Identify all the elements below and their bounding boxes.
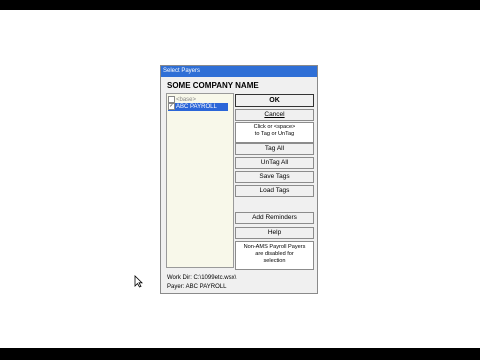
save-tags-button[interactable]: Save Tags	[235, 171, 314, 183]
letterbox-top	[0, 0, 480, 10]
company-name: SOME COMPANY NAME	[167, 81, 259, 90]
load-tags-button[interactable]: Load Tags	[235, 185, 314, 197]
untag-all-button[interactable]: UnTag All	[235, 157, 314, 169]
ok-button[interactable]: OK	[235, 94, 314, 107]
select-payers-dialog: Select Payers SOME COMPANY NAME <base> ✓…	[160, 65, 318, 294]
payer-label: Payer: ABC PAYROLL	[167, 284, 227, 290]
help-button[interactable]: Help	[235, 227, 314, 239]
add-reminders-button[interactable]: Add Reminders	[235, 212, 314, 224]
dialog-title: Select Payers	[161, 66, 317, 77]
payer-listbox[interactable]: <base> ✓ ABC PAYROLL	[166, 93, 234, 268]
tag-all-button[interactable]: Tag All	[235, 143, 314, 155]
non-ams-note: Non-AMS Payroll Payers are disabled for …	[235, 241, 314, 270]
cancel-button[interactable]: Cancel	[235, 109, 314, 121]
checkbox[interactable]	[168, 96, 175, 103]
checkbox[interactable]: ✓	[168, 103, 175, 110]
letterbox-bottom	[0, 348, 480, 360]
work-dir-label: Work Dir: C:\1099etc.wsx\	[167, 275, 237, 281]
mouse-pointer-icon	[134, 275, 143, 288]
tag-hint-box: Click or <space> to Tag or UnTag	[235, 122, 314, 143]
list-item-label: ABC PAYROLL	[176, 104, 217, 111]
list-item[interactable]: ✓ ABC PAYROLL	[168, 103, 228, 111]
